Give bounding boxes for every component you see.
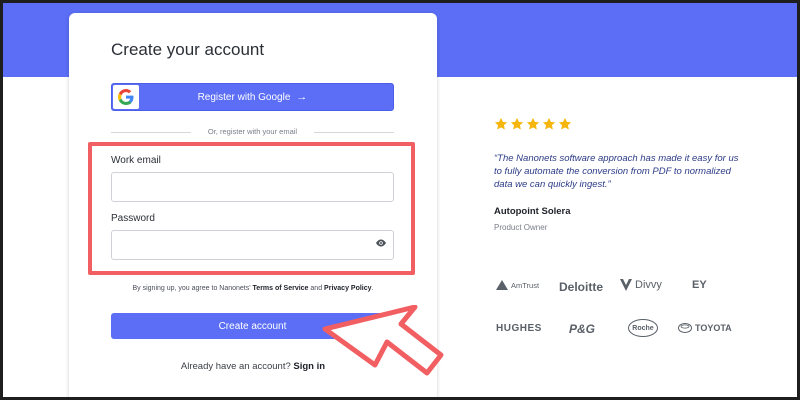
google-icon — [113, 85, 139, 109]
hughes-logo: HUGHES — [496, 323, 542, 334]
register-with-google-button[interactable]: Register with Google → — [111, 83, 394, 111]
deloitte-logo: Deloitte — [559, 280, 604, 294]
privacy-policy-link[interactable]: Privacy Policy — [324, 285, 371, 292]
testimonial-role: Product Owner — [494, 223, 548, 232]
arrow-right-icon: → — [296, 91, 308, 103]
highlight-box — [88, 142, 415, 275]
rating-stars — [494, 117, 572, 133]
toyota-mark-icon — [678, 323, 692, 333]
terms-text: By signing up, you agree to Nanonets' Te… — [69, 285, 437, 292]
or-divider: Or, register with your email — [111, 126, 394, 138]
signin-prefix: Already have an account? — [180, 361, 291, 372]
ey-logo: EY — [692, 279, 707, 291]
star-icon — [510, 117, 524, 130]
toyota-logo: TOYOTA — [678, 323, 732, 333]
divvy-logo-text: Divvy — [635, 279, 662, 291]
ey-logo-text: EY — [692, 279, 707, 291]
testimonial-author: Autopoint Solera — [494, 206, 571, 217]
terms-of-service-link[interactable]: Terms of Service — [253, 285, 309, 292]
terms-prefix: By signing up, you agree to Nanonets' — [132, 285, 251, 292]
pointer-arrow-icon — [322, 305, 444, 376]
screenshot-frame: Create your account Register with Google… — [0, 0, 800, 400]
star-icon — [542, 117, 556, 130]
divvy-mark-icon — [620, 279, 632, 291]
amtrust-mark-icon — [496, 280, 508, 290]
divider-line-right — [314, 132, 394, 133]
page-title: Create your account — [111, 40, 265, 59]
star-icon — [558, 117, 572, 130]
amtrust-logo-text: AmTrust — [511, 280, 540, 290]
roche-logo: Roche — [628, 319, 658, 337]
pg-logo: P&G — [569, 322, 596, 336]
star-icon — [526, 117, 540, 130]
star-icon — [494, 117, 508, 130]
register-with-google-label: Register with Google — [197, 91, 291, 103]
divvy-logo: Divvy — [620, 279, 662, 291]
testimonial-quote: “The Nanonets software approach has made… — [494, 153, 739, 190]
toyota-logo-text: TOYOTA — [695, 323, 732, 333]
amtrust-logo: AmTrust — [496, 280, 539, 290]
terms-and: and — [310, 285, 323, 292]
terms-suffix: . — [371, 285, 374, 292]
